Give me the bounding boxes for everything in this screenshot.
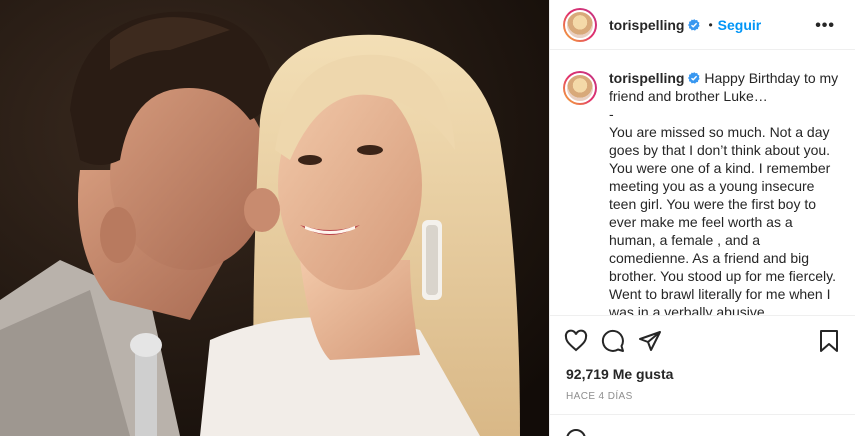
caption-username[interactable]: torispelling [609, 70, 684, 86]
instagram-post: torispelling • Seguir ••• torispelling H… [0, 0, 855, 436]
post-sidebar: torispelling • Seguir ••• torispelling H… [549, 0, 855, 436]
likes-count[interactable]: 92,719 Me gusta [566, 366, 673, 382]
emoji-icon[interactable] [566, 429, 586, 436]
header-separator: • [708, 17, 713, 32]
likes-number: 92,719 [566, 366, 609, 382]
verified-badge-icon [688, 72, 701, 84]
add-comment-bar [550, 414, 855, 436]
caption-text: Happy Birthday to my friend and brother … [609, 70, 839, 315]
post-header: torispelling • Seguir ••• [550, 0, 855, 50]
post-timestamp[interactable]: HACE 4 DÍAS [566, 391, 633, 402]
likes-label: Me gusta [612, 366, 674, 382]
header-username[interactable]: torispelling [609, 17, 684, 33]
post-photo-image [0, 0, 549, 436]
comment-icon[interactable] [601, 329, 625, 353]
verified-badge-icon [688, 18, 701, 31]
post-photo[interactable] [0, 0, 549, 436]
action-bar [550, 315, 855, 365]
caption-body: torispelling Happy Birthday to my friend… [609, 69, 839, 315]
caption: torispelling Happy Birthday to my friend… [563, 69, 839, 315]
bookmark-icon[interactable] [817, 329, 841, 353]
share-icon[interactable] [638, 329, 662, 353]
more-options-icon[interactable]: ••• [815, 17, 835, 35]
user-avatar[interactable] [563, 7, 597, 42]
follow-button[interactable]: Seguir [718, 17, 762, 33]
heart-icon[interactable] [564, 329, 588, 353]
caption-avatar[interactable] [563, 71, 597, 105]
comments-area[interactable]: torispelling Happy Birthday to my friend… [550, 51, 855, 315]
